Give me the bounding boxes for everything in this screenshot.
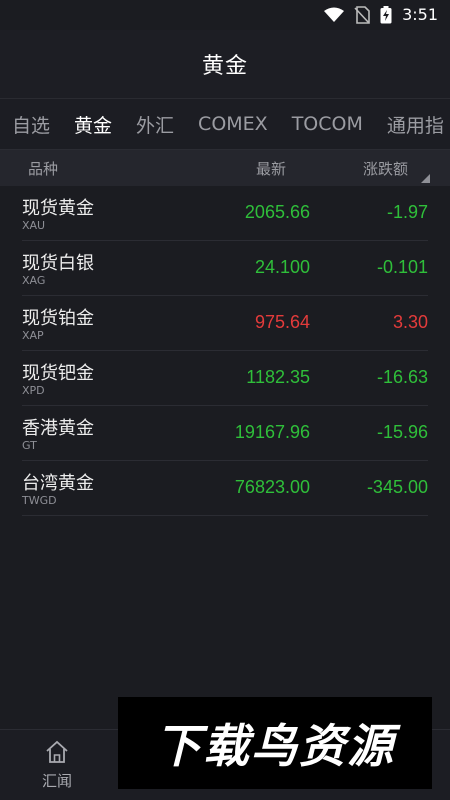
battery-charging-icon (380, 5, 392, 23)
nav-item-label: 汇闻 (41, 772, 72, 790)
quote-row-xau[interactable]: 现货黄金 XAU 2065.66 -1.97 (22, 186, 428, 241)
tab-comex[interactable]: COMEX (186, 113, 280, 135)
tab-tocom[interactable]: TOCOM (280, 113, 375, 135)
quote-row-twgd[interactable]: 台湾黄金 TWGD 76823.00 -345.00 (22, 461, 428, 516)
price-change: -15.96 (376, 422, 428, 442)
price-change: 3.30 (392, 312, 428, 332)
watermark-text: 下载鸟资源 (155, 719, 395, 773)
nav-item-news[interactable]: 汇闻 (34, 740, 80, 791)
status-time: 3:51 (402, 5, 438, 24)
page-title: 黄金 (201, 54, 248, 79)
instrument-code: XAG (22, 274, 46, 287)
tab-forex[interactable]: 外汇 (124, 111, 186, 138)
instrument-name: 现货黄金 (22, 198, 94, 219)
watermark-logo: 下载鸟资源 (118, 697, 432, 789)
instrument-code: XPD (22, 384, 45, 397)
instrument-name: 香港黄金 (22, 418, 94, 439)
latest-price: 24.100 (254, 257, 310, 277)
tab-general-index[interactable]: 通用指 (375, 111, 450, 138)
instrument-code: XAU (22, 219, 46, 232)
instrument-name: 现货铂金 (22, 308, 94, 329)
latest-price: 1182.35 (246, 367, 310, 387)
tab-gold[interactable]: 黄金 (62, 111, 124, 138)
quote-row-xag[interactable]: 现货白银 XAG 24.100 -0.101 (22, 241, 428, 296)
latest-price: 2065.66 (244, 202, 310, 222)
category-tabs: 自选 黄金 外汇 COMEX TOCOM 通用指 (0, 99, 450, 150)
title-bar: 黄金 (0, 30, 450, 99)
instrument-name: 现货钯金 (22, 363, 94, 384)
quote-row-xap[interactable]: 现货铂金 XAP 975.64 3.30 (22, 296, 428, 351)
price-change: -1.97 (386, 202, 428, 222)
latest-price: 19167.96 (234, 422, 310, 442)
wifi-icon (324, 7, 345, 22)
latest-price: 975.64 (254, 312, 310, 332)
latest-price: 76823.00 (234, 477, 310, 497)
instrument-name: 现货白银 (22, 253, 94, 274)
price-change: -345.00 (366, 477, 428, 497)
instrument-code: TWGD (22, 494, 57, 507)
tab-watchlist[interactable]: 自选 (0, 111, 62, 138)
quote-row-xpd[interactable]: 现货钯金 XPD 1182.35 -16.63 (22, 351, 428, 406)
price-change: -16.63 (376, 367, 428, 387)
quote-row-gt[interactable]: 香港黄金 GT 19167.96 -15.96 (22, 406, 428, 461)
instrument-name: 台湾黄金 (22, 473, 94, 494)
home-icon (46, 740, 68, 763)
status-bar: 3:51 (0, 0, 450, 30)
instrument-code: XAP (22, 329, 44, 342)
sort-indicator-icon[interactable] (421, 174, 430, 183)
quote-list: 现货黄金 XAU 2065.66 -1.97 现货白银 XAG 24.100 -… (0, 186, 450, 516)
column-latest[interactable]: 最新 (256, 158, 286, 179)
column-change[interactable]: 涨跌额 (363, 158, 408, 179)
column-header: 品种 最新 涨跌额 (0, 150, 450, 186)
instrument-code: GT (22, 439, 37, 452)
no-sim-icon (354, 5, 370, 24)
price-change: -0.101 (376, 257, 428, 277)
column-name: 品种 (28, 159, 59, 178)
